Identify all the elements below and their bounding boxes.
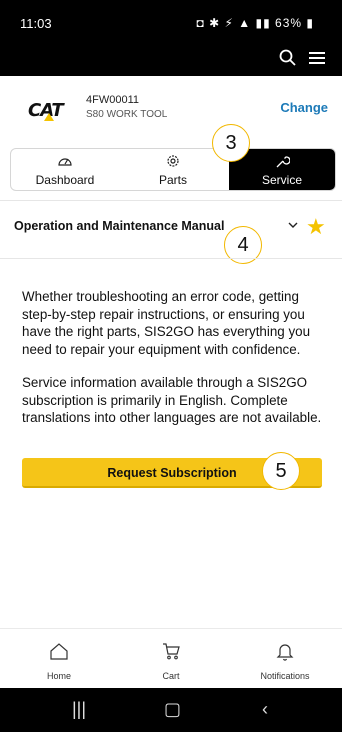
status-time: 11:03 (20, 16, 52, 31)
recent-apps-icon[interactable]: ||| (72, 699, 86, 720)
callout-5: 5 (262, 452, 300, 490)
machine-header: CAT 4FW00011 S80 WORK TOOL Change (0, 76, 342, 146)
change-machine-link[interactable]: Change (280, 100, 328, 115)
nav-home[interactable]: Home (2, 629, 116, 689)
tab-service-label: Service (261, 173, 302, 187)
chevron-down-icon[interactable] (288, 221, 298, 229)
tab-dashboard[interactable]: Dashboard (11, 149, 119, 190)
bottom-nav: Home Cart Notifications (0, 628, 342, 689)
intro-paragraph: Whether troubleshooting an error code, g… (22, 289, 311, 357)
status-system-icons: ◘ ✱ ⚡ ▲ ▮▮ (196, 16, 276, 30)
divider (0, 258, 342, 259)
battery-level: 63% (275, 16, 303, 30)
gear-icon (167, 155, 179, 167)
machine-model: S80 WORK TOOL (86, 109, 168, 120)
system-nav-bar: ||| ▢ ‹ (0, 688, 342, 732)
back-icon[interactable]: ‹ (262, 699, 268, 720)
manual-selector[interactable]: Operation and Maintenance Manual ★ (0, 201, 342, 245)
nav-notifications-label: Notifications (260, 671, 310, 681)
cart-icon (163, 643, 180, 660)
callout-3: 3 (212, 124, 250, 162)
manual-title: Operation and Maintenance Manual (14, 219, 225, 233)
section-tabs: Dashboard Parts Service (10, 148, 336, 191)
home-icon (50, 643, 68, 660)
subscription-info-paragraph: Service information available through a … (22, 375, 322, 425)
status-icons: ◘ ✱ ⚡ ▲ ▮▮ 63% ▮ (197, 16, 314, 30)
tab-dashboard-label: Dashboard (35, 173, 95, 187)
nav-notifications[interactable]: Notifications (228, 629, 342, 689)
wrench-icon (276, 156, 290, 168)
status-bar: 11:03 ◘ ✱ ⚡ ▲ ▮▮ 63% ▮ (0, 0, 342, 40)
bell-icon (276, 644, 294, 661)
search-icon[interactable] (278, 48, 298, 68)
cat-logo: CAT (28, 100, 64, 121)
tab-parts-label: Parts (158, 173, 187, 187)
cat-logo-triangle (44, 113, 54, 121)
favorite-star-icon[interactable]: ★ (306, 214, 326, 240)
machine-serial: 4FW00011 (86, 94, 139, 106)
nav-home-label: Home (46, 671, 71, 681)
gauge-icon (58, 158, 72, 166)
home-button-icon[interactable]: ▢ (164, 699, 181, 720)
app-bar (0, 40, 342, 76)
hamburger-menu-icon[interactable] (306, 48, 328, 68)
tab-parts[interactable]: Parts (119, 149, 227, 190)
nav-cart-label: Cart (162, 671, 180, 681)
nav-cart[interactable]: Cart (114, 629, 228, 689)
battery-icon: ▮ (302, 16, 314, 30)
